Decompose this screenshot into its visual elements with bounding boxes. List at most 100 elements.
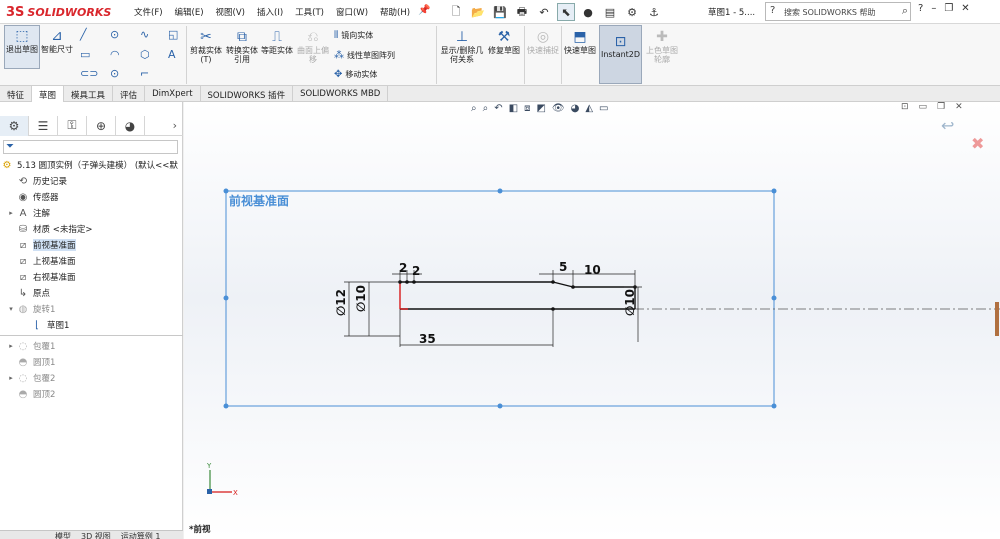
tree-item-revolve1[interactable]: ▾ ◍ 旋转1 — [0, 301, 183, 317]
sketch-line-taper[interactable] — [552, 281, 574, 288]
tree-item-top-plane[interactable]: ⧄ 上视基准面 — [0, 253, 183, 269]
tab-sketch[interactable]: 草图 — [32, 86, 65, 102]
menu-view[interactable]: 视图(V) — [210, 6, 251, 18]
tab-features[interactable]: 特征 — [0, 86, 33, 102]
offset-entities-button[interactable]: ⎍ 等距实体 — [260, 28, 294, 55]
front-plane-outline[interactable] — [225, 190, 775, 407]
expand-icon[interactable]: ▸ — [6, 342, 16, 350]
dim-35[interactable]: 35 — [419, 332, 436, 346]
repair-sketch-button[interactable]: ⚒ 修复草图 — [486, 28, 522, 55]
plane-handle[interactable] — [771, 188, 777, 194]
tab-mold-tools[interactable]: 模具工具 — [64, 86, 114, 102]
help-icon[interactable]: ? — [918, 3, 923, 14]
plane-handle[interactable] — [497, 188, 503, 194]
tree-item-dome1[interactable]: ◓ 圆顶1 — [0, 354, 183, 370]
fillet-tool[interactable]: ◱ — [168, 28, 178, 41]
tree-item-wrap2[interactable]: ▸ ◌ 包覆2 — [0, 370, 183, 386]
sketch-profile[interactable] — [400, 281, 636, 310]
configuration-manager-tab-icon[interactable]: ⚿ — [58, 115, 87, 136]
rectangle-tool[interactable]: ▭ — [80, 48, 90, 61]
menu-edit[interactable]: 编辑(E) — [169, 6, 210, 18]
tree-item-dome2[interactable]: ◓ 圆顶2 — [0, 386, 183, 402]
mirror-entities-button[interactable]: ⫴ 镜向实体 — [334, 30, 373, 41]
spline-tool[interactable]: ∿ — [140, 28, 149, 41]
select-icon[interactable]: ⬉ — [557, 3, 575, 21]
tab-3d-views[interactable]: 3D 视图 — [81, 531, 111, 539]
convert-entities-button[interactable]: ⧉ 转换实体引用 — [225, 28, 259, 64]
plane-handle[interactable] — [223, 403, 229, 409]
menu-window[interactable]: 窗口(W) — [330, 6, 374, 18]
dim-dia10a[interactable]: ∅10 — [354, 285, 368, 312]
close-icon[interactable]: ✕ — [961, 3, 969, 14]
property-manager-tab-icon[interactable]: ☰ — [29, 115, 58, 136]
sketch-canvas[interactable]: 前视基准面 2 2 5 10 35 ∅12 ∅10 ∅10 Y X — [184, 102, 1000, 539]
tab-addins[interactable]: SOLIDWORKS 插件 — [201, 86, 294, 102]
dim-10[interactable]: 10 — [584, 263, 601, 277]
minimize-icon[interactable]: – — [931, 3, 936, 14]
tree-item-history[interactable]: ⟲ 历史记录 — [0, 173, 183, 189]
tab-mbd[interactable]: SOLIDWORKS MBD — [293, 86, 389, 102]
menu-help[interactable]: 帮助(H) — [374, 6, 416, 18]
chevron-right-icon[interactable]: › — [173, 119, 177, 132]
tab-motion-study[interactable]: 运动算例 1 — [121, 531, 161, 539]
open-icon[interactable]: 📂 — [469, 3, 487, 21]
exit-sketch-button[interactable]: ⬚ 退出草图 — [6, 27, 38, 54]
restore-icon[interactable]: ❐ — [944, 3, 953, 14]
save-icon[interactable]: 💾 — [491, 3, 509, 21]
tree-item-right-plane[interactable]: ⧄ 右视基准面 — [0, 269, 183, 285]
tree-item-sketch1[interactable]: ⌊ 草图1 — [0, 317, 183, 333]
tree-item-wrap1[interactable]: ▸ ◌ 包覆1 — [0, 338, 183, 354]
menu-tools[interactable]: 工具(T) — [289, 6, 330, 18]
tree-item-front-plane[interactable]: ⧄ 前视基准面 — [0, 237, 183, 253]
plane-handle[interactable] — [223, 295, 229, 301]
expand-icon[interactable]: ▸ — [6, 374, 16, 382]
anchor-icon[interactable]: ⚓ — [645, 3, 663, 21]
gear-icon[interactable]: ⚙ — [623, 3, 641, 21]
menu-file[interactable]: 文件(F) — [128, 6, 169, 18]
print-icon[interactable]: 🖶 — [513, 3, 531, 21]
circle-tool[interactable]: ⊙ — [110, 28, 119, 41]
shaded-sketch-contours-button[interactable]: ✚ 上色草图轮廓 — [644, 28, 680, 64]
move-entities-button[interactable]: ✥ 移动实体 — [334, 69, 377, 80]
expand-icon[interactable]: ▸ — [6, 209, 16, 217]
scroll-handle[interactable] — [995, 302, 999, 336]
tree-item-sensors[interactable]: ◉ 传感器 — [0, 189, 183, 205]
dim-5[interactable]: 5 — [559, 260, 567, 274]
tree-item-material[interactable]: ⛁ 材质 <未指定> — [0, 221, 183, 237]
tree-root[interactable]: ⚙ 5.13 圆顶实例（子弹头建模） (默认<<默 — [0, 157, 183, 173]
feature-manager-tab-icon[interactable]: ⚙ — [0, 115, 29, 136]
tree-item-annotations[interactable]: ▸ A 注解 — [0, 205, 183, 221]
offset-on-surface-button[interactable]: ⎌ 曲面上偏移 — [296, 28, 330, 64]
dim-2a[interactable]: 2 — [399, 261, 407, 275]
tab-model[interactable]: 模型 — [55, 531, 71, 539]
linear-pattern-button[interactable]: ⁂ 线性草图阵列 — [334, 50, 395, 61]
smart-dimension-button[interactable]: ⊿ 智能尺寸 — [41, 27, 73, 54]
point-tool[interactable]: ⊙ — [110, 67, 119, 80]
dim-dia10b[interactable]: ∅10 — [623, 289, 637, 316]
plane-handles[interactable] — [223, 188, 777, 409]
options-icon[interactable]: ▤ — [601, 3, 619, 21]
polygon-tool[interactable]: ⬡ — [140, 48, 150, 61]
rapid-sketch-button[interactable]: ⬒ 快速草图 — [563, 28, 597, 55]
centerline-tool[interactable]: ⌐ — [140, 67, 149, 80]
search-icon[interactable]: ⌕ — [902, 4, 908, 18]
quick-snaps-button[interactable]: ◎ 快速捕捉 — [526, 28, 560, 55]
tab-evaluate[interactable]: 评估 — [113, 86, 146, 102]
tab-dimxpert[interactable]: DimXpert — [145, 86, 201, 102]
plane-handle[interactable] — [771, 403, 777, 409]
traffic-light-icon[interactable]: ● — [579, 3, 597, 21]
text-tool[interactable]: A — [168, 48, 176, 61]
plane-handle[interactable] — [223, 188, 229, 194]
dim-2b[interactable]: 2 — [412, 264, 420, 278]
solidworks-logo[interactable]: 3S SOLIDWORKS — [6, 4, 111, 20]
menu-insert[interactable]: 插入(I) — [251, 6, 289, 18]
undo-icon[interactable]: ↶ — [535, 3, 553, 21]
dimxpert-manager-tab-icon[interactable]: ⊕ — [87, 115, 116, 136]
new-icon[interactable]: 🗋 — [447, 3, 465, 21]
plane-handle[interactable] — [497, 403, 503, 409]
arc-tool[interactable]: ◠ — [110, 48, 120, 61]
tree-item-origin[interactable]: ↳ 原点 — [0, 285, 183, 301]
plane-handle[interactable] — [771, 295, 777, 301]
pin-icon[interactable]: 📌 — [418, 5, 430, 16]
line-tool[interactable]: ╱ — [80, 28, 87, 41]
